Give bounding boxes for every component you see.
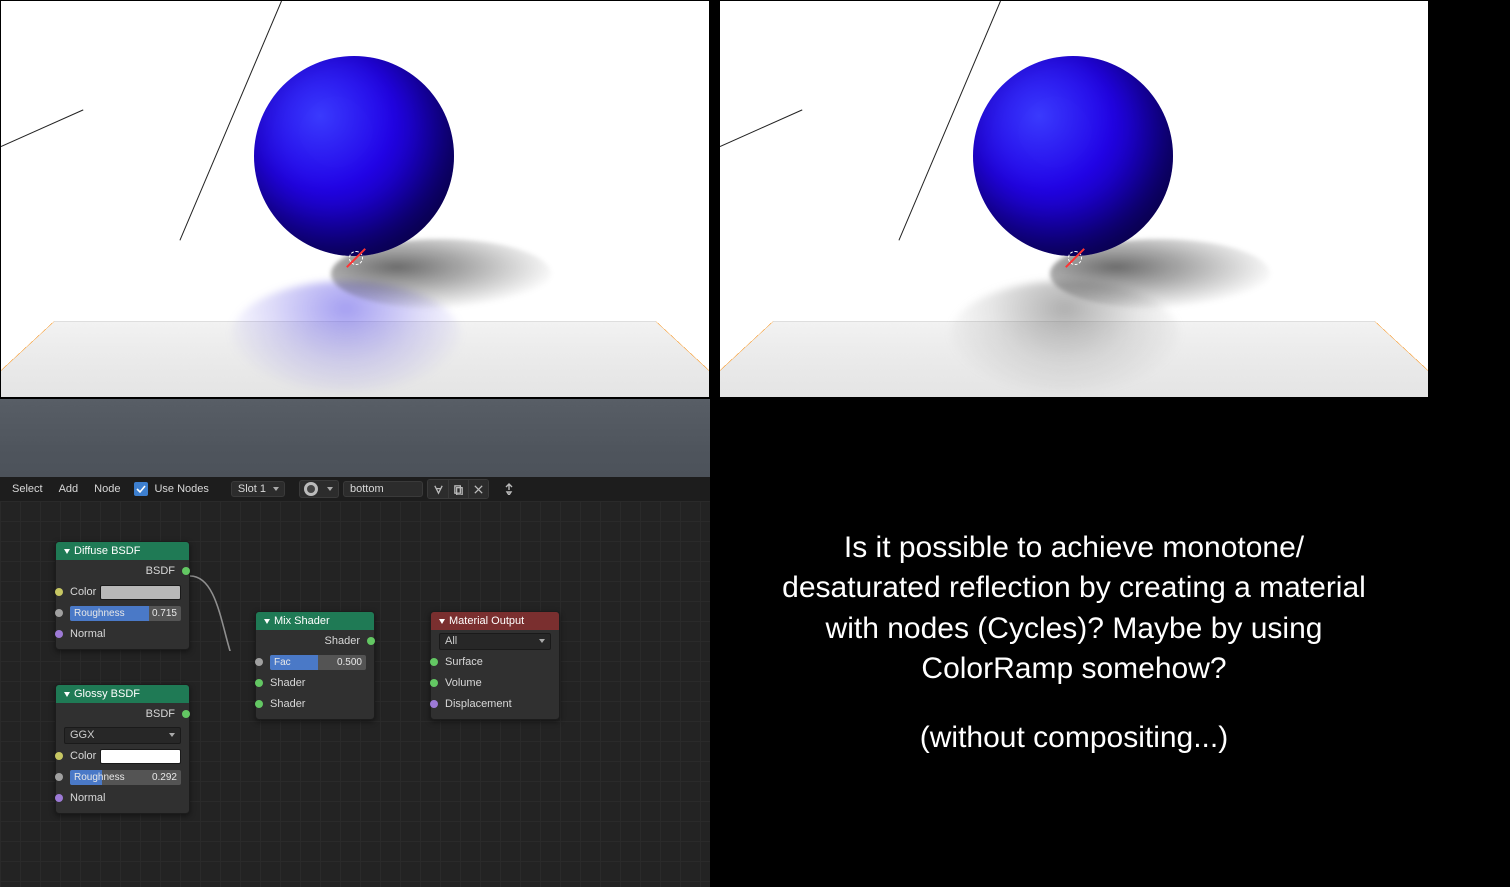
socket-input-shader-2[interactable] (255, 700, 263, 708)
use-nodes-label: Use Nodes (154, 483, 208, 495)
roughness-field[interactable]: Roughness 0.715 (70, 606, 181, 621)
fake-user-icon[interactable] (428, 480, 448, 498)
socket-input-volume[interactable] (430, 679, 438, 687)
blue-sphere (254, 56, 454, 256)
input-label: Volume (445, 677, 482, 689)
node-mix-shader[interactable]: Mix Shader Shader Fac 0.500 Shader Shade… (255, 611, 375, 720)
node-header[interactable]: Mix Shader (256, 612, 374, 630)
input-label: Shader (270, 677, 305, 689)
menu-select[interactable]: Select (6, 483, 49, 495)
node-title: Mix Shader (274, 615, 330, 627)
input-label: Normal (70, 792, 105, 804)
output-label: Shader (325, 635, 360, 647)
output-label: BSDF (146, 565, 175, 577)
distribution-dropdown[interactable]: GGX (64, 727, 181, 744)
material-name-field[interactable]: bottom (343, 481, 423, 497)
question-paragraph-2: (without compositing...) (920, 718, 1228, 759)
question-text: Is it possible to achieve monotone/ desa… (719, 399, 1429, 887)
guide-line (720, 109, 803, 147)
node-material-output[interactable]: Material Output All Surface Volume Displ… (430, 611, 560, 720)
node-editor-header: Select Add Node Use Nodes Slot 1 bottom (0, 477, 710, 501)
input-label: Normal (70, 628, 105, 640)
question-paragraph-1: Is it possible to achieve monotone/ desa… (779, 528, 1369, 690)
render-preview-left (0, 0, 710, 398)
slot-dropdown[interactable]: Slot 1 (231, 481, 285, 497)
socket-input-color[interactable] (55, 752, 63, 760)
input-label: Shader (270, 698, 305, 710)
socket-input-normal[interactable] (55, 630, 63, 638)
roughness-field[interactable]: Roughness 0.292 (70, 770, 181, 785)
menu-add[interactable]: Add (53, 483, 85, 495)
pin-icon[interactable] (499, 480, 519, 498)
node-title: Material Output (449, 615, 524, 627)
socket-input-roughness[interactable] (55, 773, 63, 781)
guide-line (1, 109, 84, 147)
node-header[interactable]: Diffuse BSDF (56, 542, 189, 560)
input-label: Displacement (445, 698, 512, 710)
input-label: Surface (445, 656, 483, 668)
material-action-buttons (427, 479, 489, 499)
viewport-strip (0, 399, 710, 477)
node-diffuse-bsdf[interactable]: Diffuse BSDF BSDF Color Roughness 0.715 … (55, 541, 190, 650)
collapse-icon[interactable] (64, 692, 70, 697)
input-label: Color (70, 586, 96, 598)
socket-input-displacement[interactable] (430, 700, 438, 708)
socket-input-normal[interactable] (55, 794, 63, 802)
socket-input-shader-1[interactable] (255, 679, 263, 687)
3d-cursor-icon (1068, 251, 1082, 265)
unlink-material-icon[interactable] (468, 480, 488, 498)
material-browse-dropdown[interactable] (299, 480, 339, 498)
socket-output-shader[interactable] (367, 637, 375, 645)
render-preview-right (719, 0, 1429, 398)
color-swatch[interactable] (100, 585, 181, 600)
node-title: Glossy BSDF (74, 688, 140, 700)
input-label: Color (70, 750, 96, 762)
socket-input-roughness[interactable] (55, 609, 63, 617)
material-icon (304, 482, 318, 496)
output-target-dropdown[interactable]: All (439, 633, 551, 650)
collapse-icon[interactable] (64, 549, 70, 554)
output-label: BSDF (146, 708, 175, 720)
socket-output-bsdf[interactable] (182, 567, 190, 575)
node-header[interactable]: Glossy BSDF (56, 685, 189, 703)
socket-input-color[interactable] (55, 588, 63, 596)
use-nodes-checkbox[interactable] (134, 482, 148, 496)
fac-field[interactable]: Fac 0.500 (270, 655, 366, 670)
collapse-icon[interactable] (439, 619, 445, 624)
node-editor[interactable]: Diffuse BSDF BSDF Color Roughness 0.715 … (0, 501, 710, 887)
3d-cursor-icon (349, 251, 363, 265)
node-title: Diffuse BSDF (74, 545, 140, 557)
socket-input-fac[interactable] (255, 658, 263, 666)
viewport-ground (0, 399, 710, 445)
menu-node[interactable]: Node (88, 483, 126, 495)
collapse-icon[interactable] (264, 619, 270, 624)
node-header[interactable]: Material Output (431, 612, 559, 630)
blue-sphere (973, 56, 1173, 256)
node-glossy-bsdf[interactable]: Glossy BSDF BSDF GGX Color Roughness 0.2… (55, 684, 190, 814)
new-material-icon[interactable] (448, 480, 468, 498)
socket-output-bsdf[interactable] (182, 710, 190, 718)
socket-input-surface[interactable] (430, 658, 438, 666)
color-swatch[interactable] (100, 749, 181, 764)
